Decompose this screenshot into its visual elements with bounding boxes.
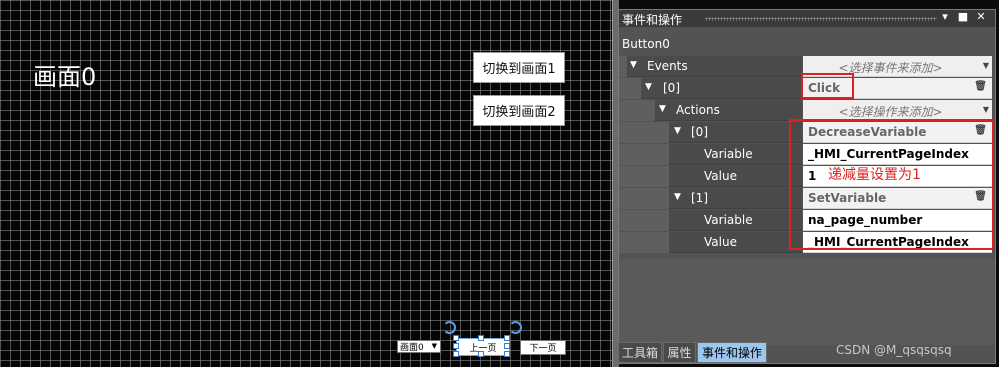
action-item-row[interactable]: ▼ [0] DecreaseVariable 🗑 bbox=[619, 122, 995, 143]
add-event-placeholder: <选择事件来添加> bbox=[838, 61, 943, 75]
add-event-dropdown[interactable]: <选择事件来添加> ▼ bbox=[803, 56, 992, 77]
close-icon[interactable]: ✕ bbox=[975, 10, 987, 23]
next-page-button[interactable]: 下一页 bbox=[520, 340, 566, 355]
switch-to-page1-button[interactable]: 切换到画面1 bbox=[473, 52, 565, 83]
action-value[interactable]: DecreaseVariable 🗑 bbox=[803, 122, 992, 143]
dropdown-arrow-icon: ▼ bbox=[982, 61, 989, 70]
value-field[interactable]: _HMI_CurrentPageIndex bbox=[803, 232, 992, 253]
maximize-icon[interactable]: ■ bbox=[957, 10, 969, 23]
tab-toolbox[interactable]: 工具箱 bbox=[618, 342, 662, 363]
resize-handle[interactable] bbox=[453, 335, 459, 341]
page-dropdown[interactable]: 画面0 ▼ bbox=[397, 340, 441, 353]
expand-triangle-icon[interactable]: ▼ bbox=[645, 82, 652, 92]
action-param-row[interactable]: Value 1 bbox=[619, 166, 995, 187]
variable-value: na_page_number bbox=[808, 213, 923, 227]
action-param-row[interactable]: Variable _HMI_CurrentPageIndex bbox=[619, 144, 995, 165]
action-param-row[interactable]: Variable na_page_number bbox=[619, 210, 995, 231]
expand-triangle-icon[interactable]: ▼ bbox=[630, 60, 637, 70]
action-value[interactable]: SetVariable 🗑 bbox=[803, 188, 992, 209]
value-value: 1 bbox=[808, 169, 817, 183]
dropdown-arrow-icon: ▼ bbox=[982, 105, 989, 114]
resize-handle[interactable] bbox=[453, 343, 459, 349]
drag-grip[interactable] bbox=[705, 17, 937, 21]
resize-handle[interactable] bbox=[478, 335, 484, 341]
row-label: [1] bbox=[691, 191, 708, 205]
row-label: [0] bbox=[691, 125, 708, 139]
action-name: SetVariable bbox=[808, 191, 887, 205]
row-label: Value bbox=[704, 169, 737, 183]
event-name: Click bbox=[808, 81, 841, 95]
expand-triangle-icon[interactable]: ▼ bbox=[674, 126, 681, 136]
tab-events-actions[interactable]: 事件和操作 bbox=[697, 342, 767, 363]
annotation-note: 递减量设置为1 bbox=[828, 167, 921, 183]
panel-title-bar[interactable]: 事件和操作 ▾ ■ ✕ bbox=[619, 10, 995, 27]
pin-icon[interactable]: ▾ bbox=[939, 10, 951, 23]
add-action-placeholder: <选择操作来添加> bbox=[838, 105, 943, 119]
rotate-handle-icon[interactable] bbox=[509, 321, 522, 334]
panel-title: 事件和操作 bbox=[622, 13, 683, 27]
variable-value: _HMI_CurrentPageIndex bbox=[808, 147, 969, 161]
expand-triangle-icon[interactable]: ▼ bbox=[659, 104, 666, 114]
event-value[interactable]: Click 🗑 bbox=[803, 78, 992, 99]
design-canvas[interactable]: 画面0 切换到画面1 切换到画面2 画面0 ▼ 上一页 下一页 bbox=[0, 0, 612, 367]
delete-icon[interactable]: 🗑 bbox=[974, 125, 987, 136]
action-item-row[interactable]: ▼ [1] SetVariable 🗑 bbox=[619, 188, 995, 209]
row-label: Variable bbox=[704, 147, 753, 161]
action-name: DecreaseVariable bbox=[808, 125, 927, 139]
page-title-label: 画面0 bbox=[33, 63, 97, 91]
panel-empty-area bbox=[619, 259, 995, 345]
resize-handle[interactable] bbox=[504, 335, 510, 341]
resize-handle[interactable] bbox=[453, 351, 459, 357]
resize-handle[interactable] bbox=[478, 351, 484, 357]
resize-handle[interactable] bbox=[504, 351, 510, 357]
variable-field[interactable]: na_page_number bbox=[803, 210, 992, 231]
add-action-dropdown[interactable]: <选择操作来添加> ▼ bbox=[803, 100, 992, 121]
row-label: [0] bbox=[663, 81, 680, 95]
tab-properties[interactable]: 属性 bbox=[663, 342, 696, 363]
row-label: Events bbox=[647, 59, 688, 73]
row-label: Variable bbox=[704, 213, 753, 227]
switch-to-page2-button[interactable]: 切换到画面2 bbox=[473, 95, 565, 126]
variable-field[interactable]: _HMI_CurrentPageIndex bbox=[803, 144, 992, 165]
expand-triangle-icon[interactable]: ▼ bbox=[674, 192, 681, 202]
value-value: _HMI_CurrentPageIndex bbox=[808, 235, 969, 249]
selected-object-name: Button0 bbox=[622, 37, 670, 51]
action-param-row[interactable]: Value _HMI_CurrentPageIndex bbox=[619, 232, 995, 253]
delete-icon[interactable]: 🗑 bbox=[974, 191, 987, 202]
dropdown-arrow-icon: ▼ bbox=[431, 342, 437, 350]
event-item-row[interactable]: ▼ [0] Click 🗑 bbox=[619, 78, 995, 99]
events-row[interactable]: ▼ Events <选择事件来添加> ▼ bbox=[619, 56, 995, 77]
page-dropdown-value: 画面0 bbox=[400, 343, 424, 353]
actions-row[interactable]: ▼ Actions <选择操作来添加> ▼ bbox=[619, 100, 995, 121]
row-label: Actions bbox=[676, 103, 720, 117]
rotate-handle-icon[interactable] bbox=[443, 321, 456, 334]
events-actions-panel: 事件和操作 ▾ ■ ✕ Button0 ▼ Events <选择事件来添加> ▼… bbox=[618, 9, 996, 364]
row-label: Value bbox=[704, 235, 737, 249]
watermark: CSDN @M_qsqsqsq bbox=[836, 343, 952, 357]
resize-handle[interactable] bbox=[504, 343, 510, 349]
delete-icon[interactable]: 🗑 bbox=[974, 81, 987, 92]
